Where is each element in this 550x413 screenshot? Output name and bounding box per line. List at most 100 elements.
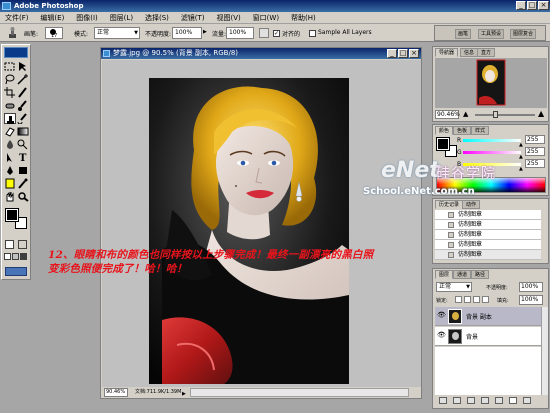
tab-info[interactable]: 信息	[460, 48, 479, 57]
horizontal-scrollbar[interactable]	[190, 388, 409, 397]
menu-filter[interactable]: 滤镜(T)	[176, 12, 210, 24]
channel-b-thumb-icon[interactable]: ▲	[519, 166, 523, 172]
screen-mode-standard-button[interactable]	[4, 253, 11, 260]
history-brush-tool-icon[interactable]	[17, 113, 29, 124]
maximize-button[interactable]: □	[527, 1, 537, 10]
menu-file[interactable]: 文件(F)	[0, 12, 34, 24]
standard-mode-button[interactable]	[5, 240, 14, 249]
new-layer-icon[interactable]	[509, 397, 517, 404]
flow-input[interactable]: 100%	[226, 27, 254, 39]
status-menu-arrow-icon[interactable]: ▶	[182, 389, 186, 400]
menu-help[interactable]: 帮助(H)	[286, 12, 321, 24]
brush-tool-icon[interactable]	[17, 100, 29, 111]
eye-icon[interactable]: 👁	[437, 331, 446, 339]
crop-tool-icon[interactable]	[4, 87, 16, 98]
slice-tool-icon[interactable]	[17, 87, 29, 98]
channel-r-slider[interactable]	[463, 139, 521, 142]
eyedropper-tool-icon[interactable]	[17, 178, 29, 189]
channel-r-thumb-icon[interactable]: ▲	[519, 142, 523, 148]
history-item[interactable]: 仿制图章	[435, 230, 541, 240]
menu-view[interactable]: 视图(V)	[211, 12, 245, 24]
jump-to-imageready-button[interactable]	[5, 267, 27, 276]
canvas-area[interactable]	[102, 60, 421, 387]
blur-tool-icon[interactable]	[4, 139, 16, 150]
magic-wand-tool-icon[interactable]	[17, 74, 29, 85]
opacity-input[interactable]: 100%	[172, 27, 202, 39]
layer-row-background[interactable]: 👁 背景	[435, 327, 541, 346]
layer-opacity-input[interactable]: 100%	[519, 282, 543, 292]
menu-select[interactable]: 选择(S)	[140, 12, 174, 24]
link-layers-icon[interactable]	[439, 397, 447, 404]
healing-brush-tool-icon[interactable]	[4, 100, 16, 111]
shape-tool-icon[interactable]	[17, 165, 29, 176]
channel-b-input[interactable]: 255	[525, 159, 545, 168]
document-close-button[interactable]: ×	[409, 49, 419, 58]
zoom-tool-icon[interactable]	[17, 191, 29, 202]
well-tab-layer-comps[interactable]: 图层复合	[510, 29, 537, 39]
zoom-field[interactable]: 90.46%	[104, 388, 128, 397]
aligned-checkbox[interactable]: ✓	[273, 30, 280, 37]
tab-paths[interactable]: 路径	[471, 270, 490, 279]
history-item[interactable]: 仿制图章	[435, 210, 541, 220]
navigator-zoom-slider-thumb[interactable]	[493, 111, 498, 118]
tab-color[interactable]: 颜色	[435, 126, 454, 135]
screen-mode-full-menu-button[interactable]	[12, 253, 19, 260]
well-tab-brushes[interactable]: 画笔	[455, 29, 472, 39]
clone-stamp-tool-selected-icon[interactable]	[4, 113, 16, 124]
quick-mask-button[interactable]	[18, 240, 27, 249]
hand-tool-icon[interactable]	[4, 191, 16, 202]
tab-history[interactable]: 历史记录	[435, 200, 464, 209]
layers-scrollbar[interactable]	[541, 307, 548, 395]
fill-input[interactable]: 100%	[519, 295, 543, 305]
channel-g-slider[interactable]	[463, 151, 521, 154]
color-fg-swatch[interactable]	[436, 137, 450, 151]
document-minimize-button[interactable]: _	[387, 49, 397, 58]
foreground-color-swatch[interactable]	[5, 208, 19, 222]
mode-select[interactable]: 正常 ▼	[94, 27, 140, 39]
type-tool-icon[interactable]: T	[17, 152, 29, 163]
pen-tool-icon[interactable]	[4, 165, 16, 176]
lock-image-button[interactable]	[464, 296, 471, 303]
tab-histogram[interactable]: 直方	[477, 48, 496, 57]
blend-mode-select[interactable]: 正常 ▼	[436, 282, 472, 292]
path-selection-tool-icon[interactable]	[4, 152, 16, 163]
zoom-out-icon[interactable]: ▲	[463, 111, 471, 118]
menu-layer[interactable]: 图层(L)	[105, 12, 138, 24]
channel-g-thumb-icon[interactable]: ▲	[519, 154, 523, 160]
eye-icon[interactable]: 👁	[437, 311, 446, 319]
tab-actions[interactable]: 动作	[462, 200, 481, 209]
airbrush-toggle[interactable]	[259, 28, 269, 38]
notes-tool-icon[interactable]	[4, 178, 16, 189]
channel-g-input[interactable]: 255	[525, 147, 545, 156]
clone-stamp-tool-icon[interactable]	[6, 27, 19, 39]
channel-r-input[interactable]: 255	[525, 135, 545, 144]
minimize-button[interactable]: _	[516, 1, 526, 10]
zoom-in-icon[interactable]: ▲	[538, 110, 547, 119]
lock-position-button[interactable]	[473, 296, 480, 303]
marquee-tool-icon[interactable]	[4, 61, 16, 72]
layer-row-background-copy[interactable]: 👁 背景 副本	[435, 307, 541, 326]
screen-mode-full-button[interactable]	[20, 253, 27, 260]
lasso-tool-icon[interactable]	[4, 74, 16, 85]
history-item[interactable]: 仿制图章	[435, 220, 541, 230]
navigator-thumbnail[interactable]	[435, 58, 547, 108]
menu-window[interactable]: 窗口(W)	[248, 12, 284, 24]
navigator-zoom-field[interactable]: 90.46%	[435, 110, 460, 119]
brush-picker[interactable]: 17	[45, 27, 63, 39]
sample-all-layers-checkbox[interactable]	[309, 30, 316, 37]
move-tool-icon[interactable]	[17, 61, 29, 72]
tab-channels[interactable]: 通道	[453, 270, 472, 279]
trash-icon[interactable]	[523, 397, 531, 404]
lock-all-button[interactable]	[482, 296, 489, 303]
layer-style-icon[interactable]	[453, 397, 461, 404]
tab-swatches[interactable]: 色板	[453, 126, 472, 135]
new-group-icon[interactable]	[495, 397, 503, 404]
menu-edit[interactable]: 编辑(E)	[35, 12, 69, 24]
well-tab-tool-presets[interactable]: 工具预设	[478, 29, 505, 39]
history-item[interactable]: 仿制图章	[435, 240, 541, 250]
navigator-zoom-slider[interactable]	[475, 114, 535, 116]
opacity-arrow-icon[interactable]: ▶	[203, 29, 207, 35]
document-maximize-button[interactable]: □	[398, 49, 408, 58]
menu-image[interactable]: 图像(I)	[71, 12, 103, 24]
marilyn-photo[interactable]	[102, 60, 421, 387]
